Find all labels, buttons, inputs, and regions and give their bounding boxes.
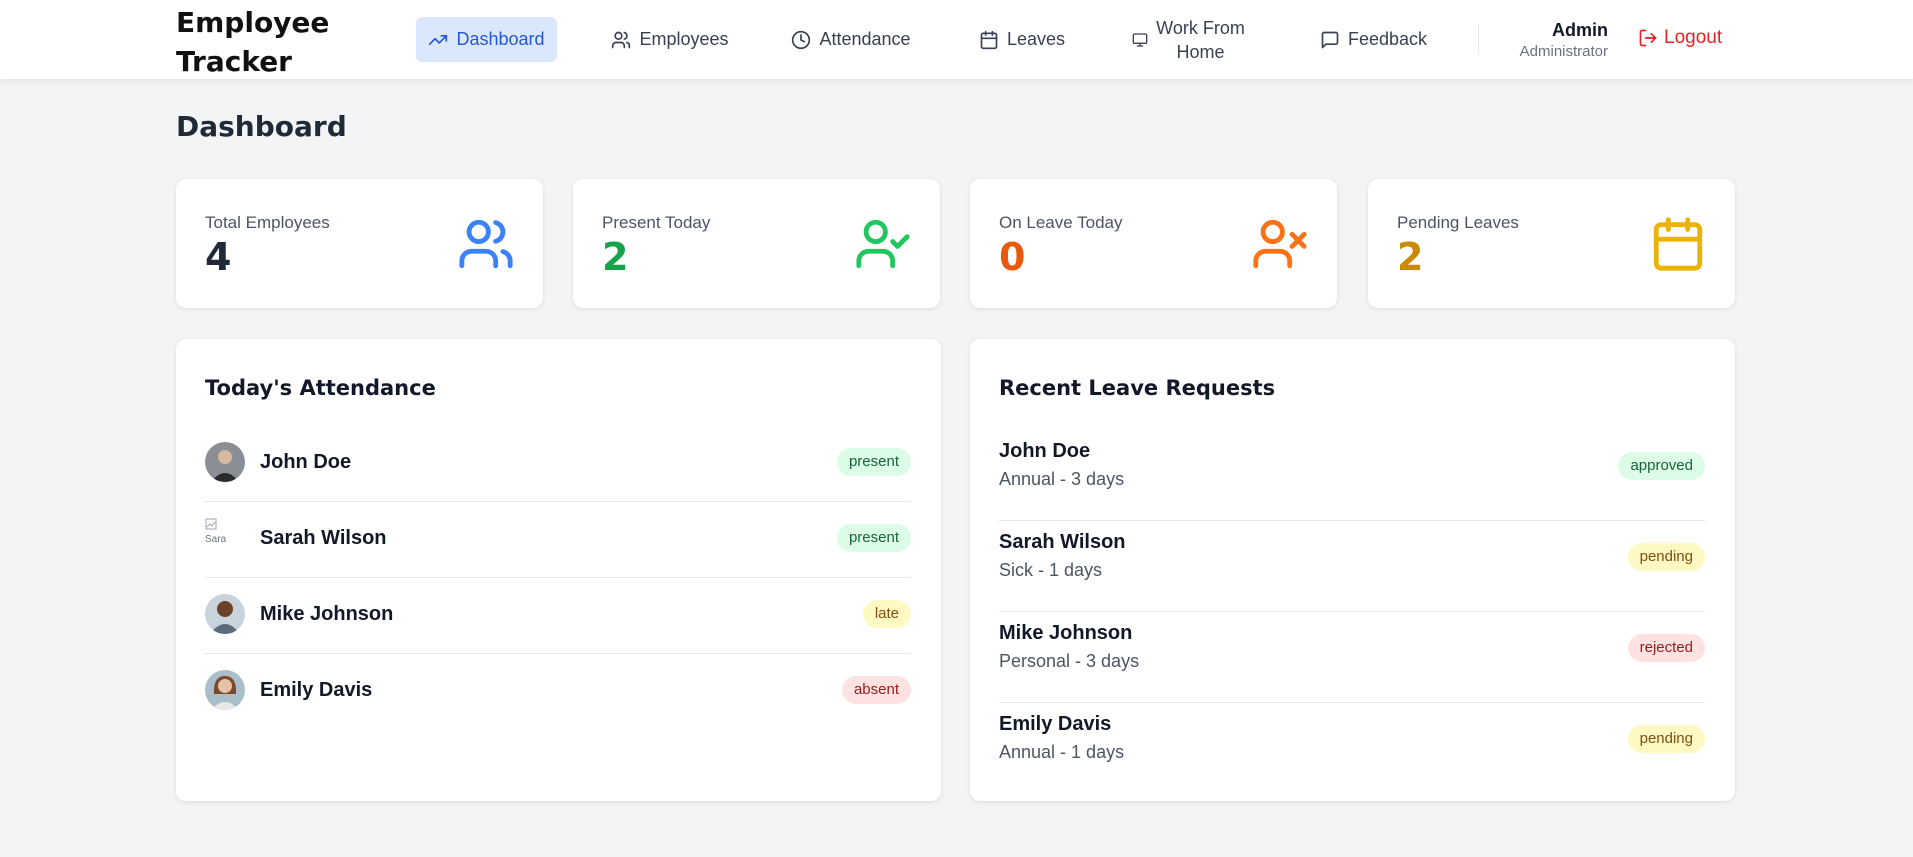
stat-card-pending-leaves: Pending Leaves 2 <box>1368 179 1735 308</box>
employee-name: Sarah Wilson <box>260 527 387 549</box>
employee-name: Mike Johnson <box>260 603 394 625</box>
leave-detail: Annual - 3 days <box>999 469 1125 489</box>
leave-requests-panel: Recent Leave Requests John Doe Annual - … <box>970 339 1735 801</box>
panel-title: Today's Attendance <box>205 376 436 400</box>
leave-request-row[interactable]: Emily Davis Annual - 1 days pending <box>999 703 1705 794</box>
page-title: Dashboard <box>176 110 347 143</box>
panel-title: Recent Leave Requests <box>999 376 1276 400</box>
nav-label: Dashboard <box>456 29 545 49</box>
status-badge: pending <box>1627 543 1705 571</box>
status-badge: late <box>862 600 911 628</box>
users-icon <box>459 219 513 269</box>
user-check-icon <box>856 219 910 269</box>
status-badge: approved <box>1618 452 1705 480</box>
status-badge: rejected <box>1627 634 1705 662</box>
stat-value: 2 <box>602 235 629 279</box>
nav-employees[interactable]: Employees <box>603 17 737 62</box>
status-badge: present <box>836 448 911 476</box>
monitor-icon <box>1132 32 1148 47</box>
stat-value: 2 <box>1397 235 1424 279</box>
employee-name: Sarah Wilson <box>999 531 1126 553</box>
attendance-row[interactable]: Emily Davis absent <box>205 654 911 730</box>
stat-card-present-today: Present Today 2 <box>573 179 940 308</box>
users-icon <box>612 31 631 48</box>
leave-request-row[interactable]: Sarah Wilson Sick - 1 days pending <box>999 521 1705 612</box>
stat-card-total-employees: Total Employees 4 <box>176 179 543 308</box>
leave-request-row[interactable]: John Doe Annual - 3 days approved <box>999 430 1705 521</box>
nav-label-line1: Work From <box>1156 17 1245 38</box>
user-name: Admin <box>1552 20 1608 40</box>
stat-label: Present Today <box>602 213 711 232</box>
nav-label-line2: Home <box>1176 41 1225 62</box>
attendance-panel: Today's Attendance John Doe present Sara… <box>176 339 941 801</box>
stat-label: On Leave Today <box>999 213 1123 232</box>
top-navbar: Employee Tracker Dashboard Employees Att… <box>0 0 1913 79</box>
logout-button[interactable]: Logout <box>1638 27 1722 49</box>
calendar-icon <box>1653 217 1703 271</box>
stat-value: 0 <box>999 235 1026 279</box>
stat-label: Total Employees <box>205 213 330 232</box>
stat-value: 4 <box>205 235 232 279</box>
attendance-row[interactable]: Mike Johnson late <box>205 578 911 654</box>
nav-label: Feedback <box>1347 29 1428 49</box>
avatar <box>205 670 245 710</box>
status-badge: absent <box>841 676 911 704</box>
nav-divider <box>1478 24 1479 54</box>
leave-request-row[interactable]: Mike Johnson Personal - 3 days rejected <box>999 612 1705 703</box>
employee-name: John Doe <box>999 440 1091 462</box>
leave-detail: Annual - 1 days <box>999 742 1125 762</box>
user-x-icon <box>1253 219 1307 269</box>
nav-label-multiline: Work From Home <box>1156 16 1245 64</box>
attendance-row[interactable]: Sara Sarah Wilson present <box>205 502 911 578</box>
message-square-icon <box>1321 31 1339 48</box>
avatar-broken-image: Sara <box>205 518 245 558</box>
nav-feedback[interactable]: Feedback <box>1311 17 1436 62</box>
employee-name: John Doe <box>260 451 352 473</box>
broken-image-icon <box>205 518 217 530</box>
attendance-row[interactable]: John Doe present <box>205 426 911 502</box>
employee-name: Emily Davis <box>999 713 1112 735</box>
user-info: Admin Administrator <box>1520 18 1608 62</box>
user-role: Administrator <box>1519 43 1608 60</box>
nav-label: Attendance <box>819 29 911 49</box>
status-badge: pending <box>1627 725 1705 753</box>
trending-up-icon <box>429 34 448 45</box>
nav-dashboard[interactable]: Dashboard <box>416 17 557 62</box>
employee-name: Emily Davis <box>260 679 373 701</box>
clock-icon <box>792 30 811 49</box>
nav-label: Leaves <box>1006 29 1066 49</box>
nav-leaves[interactable]: Leaves <box>967 17 1077 62</box>
leave-detail: Personal - 3 days <box>999 651 1140 671</box>
calendar-icon <box>980 30 998 49</box>
logout-label: Logout <box>1664 27 1723 48</box>
nav-work-from-home[interactable]: Work From Home <box>1115 17 1262 62</box>
app-title[interactable]: Employee Tracker <box>176 3 346 81</box>
avatar-alt-text: Sara <box>205 534 227 545</box>
employee-name: Mike Johnson <box>999 622 1133 644</box>
nav-label: Employees <box>639 29 729 49</box>
avatar <box>205 442 245 482</box>
status-badge: present <box>836 524 911 552</box>
stat-label: Pending Leaves <box>1397 213 1519 232</box>
log-out-icon <box>1639 29 1657 47</box>
nav-attendance[interactable]: Attendance <box>784 17 918 62</box>
avatar <box>205 594 245 634</box>
stat-card-on-leave-today: On Leave Today 0 <box>970 179 1337 308</box>
leave-detail: Sick - 1 days <box>999 560 1103 580</box>
